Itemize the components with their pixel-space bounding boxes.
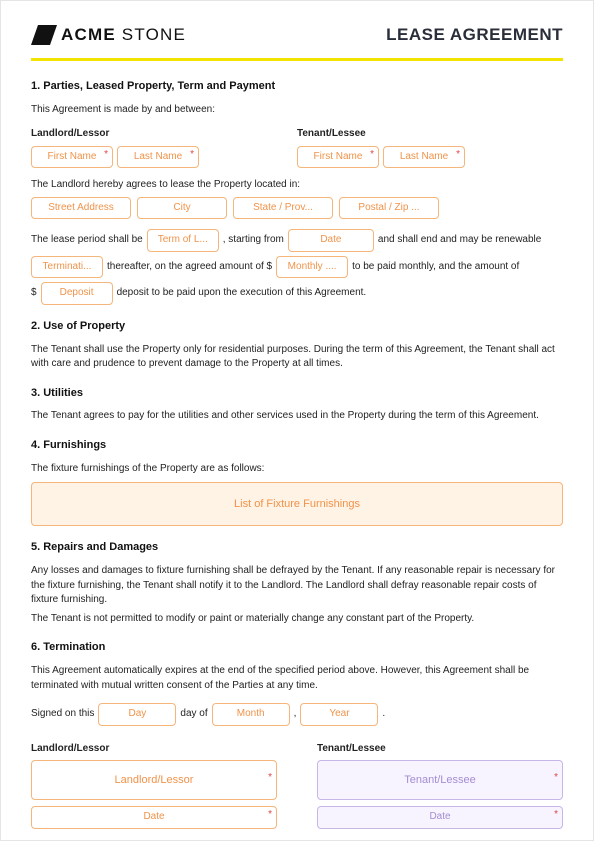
term-row-3: $ Deposit deposit to be paid upon the ex… [31, 282, 563, 305]
logo-icon [31, 25, 57, 45]
start-date-input[interactable]: Date [288, 229, 374, 252]
text-agreed-amount: thereafter, on the agreed amount of $ [107, 260, 272, 275]
furnishings-list-input[interactable]: List of Fixture Furnishings [31, 482, 563, 526]
sign-landlord-label: Landlord/Lessor [31, 742, 277, 757]
landlord-label: Landlord/Lessor [31, 127, 297, 142]
section-3-heading: 3. Utilities [31, 386, 563, 402]
monthly-amount-input[interactable]: Monthly .... [276, 256, 348, 279]
term-row-1: The lease period shall be Term of L... ,… [31, 229, 563, 252]
section-1-heading: 1. Parties, Leased Property, Term and Pa… [31, 79, 563, 95]
landlord-first-name-input[interactable]: First Name [31, 146, 113, 169]
state-input[interactable]: State / Prov... [233, 197, 333, 220]
sign-year-input[interactable]: Year [300, 703, 378, 726]
text-shall-end: and shall end and may be renewable [378, 233, 541, 248]
landlord-signature-input[interactable]: Landlord/Lessor [31, 760, 277, 800]
termination-input[interactable]: Terminati... [31, 256, 103, 279]
address-row: Street Address City State / Prov... Post… [31, 197, 563, 220]
section-5-body-2: The Tenant is not permitted to modify or… [31, 612, 563, 627]
text-dollar: $ [31, 286, 37, 301]
street-address-input[interactable]: Street Address [31, 197, 131, 220]
tenant-sign-date-input[interactable]: Date [317, 806, 563, 829]
brand-name: ACME STONE [61, 23, 186, 48]
tenant-last-name-input[interactable]: Last Name [383, 146, 465, 169]
section-6-heading: 6. Termination [31, 640, 563, 656]
section-6-body: This Agreement automatically expires at … [31, 664, 563, 693]
signed-on-row: Signed on this Day day of Month , Year . [31, 703, 563, 726]
city-input[interactable]: City [137, 197, 227, 220]
signature-row: Landlord/Lessor Landlord/Lessor Date Ten… [31, 736, 563, 829]
text-period: . [382, 707, 385, 722]
section-2-heading: 2. Use of Property [31, 319, 563, 335]
text-lease-period: The lease period shall be [31, 233, 143, 248]
term-row-2: Terminati... thereafter, on the agreed a… [31, 256, 563, 279]
lease-location-text: The Landlord hereby agrees to lease the … [31, 178, 563, 193]
sign-month-input[interactable]: Month [212, 703, 290, 726]
brand-name-strong: ACME [61, 25, 116, 44]
tenant-first-name-input[interactable]: First Name [297, 146, 379, 169]
section-4-heading: 4. Furnishings [31, 438, 563, 454]
header-rule [31, 58, 563, 61]
document-title: LEASE AGREEMENT [386, 23, 563, 48]
text-day-of: day of [180, 707, 207, 722]
section-1-intro: This Agreement is made by and between: [31, 103, 563, 118]
landlord-sign-date-input[interactable]: Date [31, 806, 277, 829]
deposit-input[interactable]: Deposit [41, 282, 113, 305]
tenant-signature-input[interactable]: Tenant/Lessee [317, 760, 563, 800]
section-5-heading: 5. Repairs and Damages [31, 540, 563, 556]
sign-tenant-label: Tenant/Lessee [317, 742, 563, 757]
text-starting-from: , starting from [223, 233, 284, 248]
header: ACME STONE LEASE AGREEMENT [31, 23, 563, 54]
sign-day-input[interactable]: Day [98, 703, 176, 726]
term-length-input[interactable]: Term of L... [147, 229, 219, 252]
postal-input[interactable]: Postal / Zip ... [339, 197, 439, 220]
section-2-body: The Tenant shall use the Property only f… [31, 343, 563, 372]
text-deposit-paid: deposit to be paid upon the execution of… [117, 286, 367, 301]
section-5-body-1: Any losses and damages to fixture furnis… [31, 564, 563, 608]
text-paid-monthly: to be paid monthly, and the amount of [352, 260, 519, 275]
section-3-body: The Tenant agrees to pay for the utiliti… [31, 409, 563, 424]
tenant-label: Tenant/Lessee [297, 127, 563, 142]
text-signed-on: Signed on this [31, 707, 94, 722]
text-comma: , [294, 707, 297, 722]
brand-name-light: STONE [116, 25, 186, 44]
section-4-body: The fixture furnishings of the Property … [31, 462, 563, 477]
landlord-last-name-input[interactable]: Last Name [117, 146, 199, 169]
parties-row: Landlord/Lessor First Name Last Name Ten… [31, 121, 563, 172]
brand-logo: ACME STONE [31, 23, 186, 48]
